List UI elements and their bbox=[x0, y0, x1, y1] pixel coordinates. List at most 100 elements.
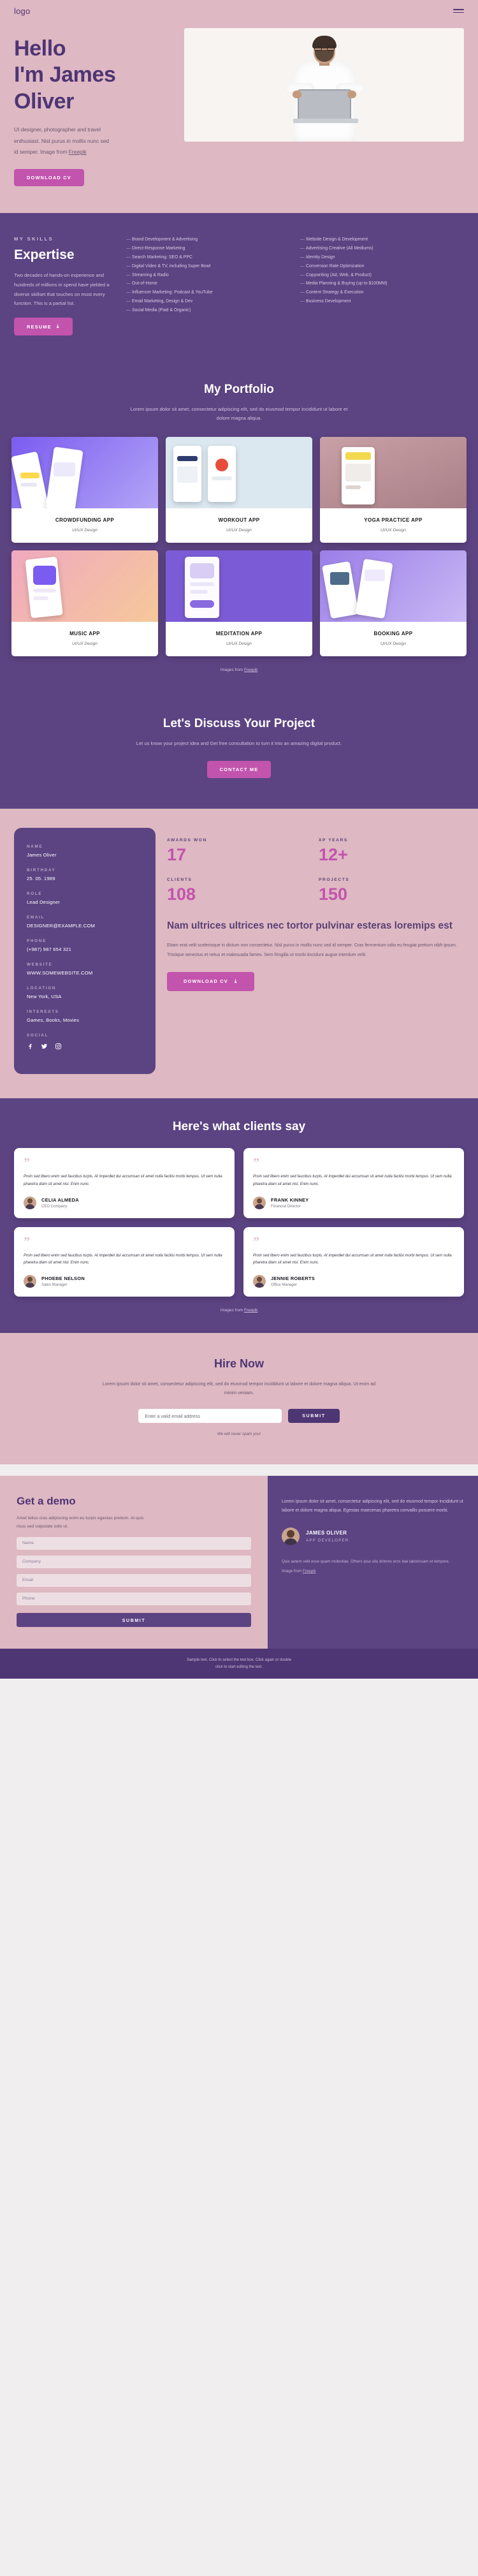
footer-line-2: click to start editing the text. bbox=[215, 1665, 263, 1669]
twitter-icon[interactable] bbox=[41, 1043, 48, 1050]
stat-clients: CLIENTS 108 bbox=[167, 878, 312, 913]
hero-portrait-image bbox=[184, 28, 464, 142]
portfolio-card[interactable]: WORKOUT APP UI/UX Design bbox=[166, 437, 312, 543]
portfolio-card-subtitle: UI/UX Design bbox=[380, 528, 406, 533]
portfolio-card-subtitle: UI/UX Design bbox=[72, 528, 98, 533]
discuss-title: Let's Discuss Your Project bbox=[163, 717, 315, 731]
skills-eyebrow: MY SKILLS bbox=[14, 236, 54, 242]
email-field[interactable] bbox=[17, 1573, 251, 1587]
portfolio-thumbnail-meditation bbox=[166, 550, 312, 622]
portfolio-card[interactable]: CROWDFUNDING APP UI/UX Design bbox=[11, 437, 158, 543]
demo-right-paragraph: Lorem ipsum dolor sit amet, consectetur … bbox=[282, 1499, 463, 1513]
info-label: BIRTHDAY bbox=[27, 868, 56, 873]
demo-submit-button[interactable]: SUBMIT bbox=[17, 1612, 251, 1627]
testimonial-card: ” Proin sed libero enim sed faucibus tur… bbox=[14, 1148, 235, 1218]
demo-person: JAMES OLIVER APP DEVELOPER bbox=[282, 1527, 464, 1546]
demo-credit-link[interactable]: Freepik bbox=[303, 1569, 316, 1573]
testimonial-role: CEO Company bbox=[41, 1204, 68, 1209]
skill-item: Conversion Rate Optimization bbox=[300, 263, 464, 270]
site-logo[interactable]: logo bbox=[14, 6, 30, 16]
portfolio-card-body: BOOKING APP UI/UX Design bbox=[320, 622, 467, 656]
testimonial-role: Office Manager bbox=[271, 1283, 297, 1288]
testimonials-grid: ” Proin sed libero enim sed faucibus tur… bbox=[14, 1148, 464, 1297]
portfolio-thumbnail-booking bbox=[320, 550, 467, 622]
portfolio-credit-link[interactable]: Freepik bbox=[244, 668, 257, 672]
photo-left-hand bbox=[292, 91, 301, 98]
stats-grid: AWARDS WON 17 XP YEARS 12+ CLIENTS 108 P… bbox=[167, 838, 464, 913]
info-row-birthday: BIRTHDAY 25. 05. 1989 bbox=[27, 868, 143, 881]
name-field[interactable] bbox=[17, 1536, 251, 1550]
skill-item: Email Marketing, Design & Dev bbox=[126, 298, 290, 305]
top-navigation-bar: logo bbox=[0, 0, 478, 22]
skill-item: Media Planning & Buying (up to $100MM) bbox=[300, 280, 464, 288]
skills-intro: MY SKILLS Expertise Two decades of hands… bbox=[14, 236, 116, 336]
portfolio-grid: CROWDFUNDING APP UI/UX Design WORKOUT AP… bbox=[11, 437, 467, 657]
skill-item: Streaming & Radio bbox=[126, 272, 290, 279]
stat-value: 12+ bbox=[319, 845, 348, 865]
social-links bbox=[27, 1043, 143, 1050]
instagram-icon[interactable] bbox=[55, 1043, 62, 1050]
info-value: New York, USA bbox=[27, 994, 62, 1000]
demo-person-role: APP DEVELOPER bbox=[306, 1538, 349, 1543]
info-label: NAME bbox=[27, 844, 43, 850]
portfolio-card[interactable]: MUSIC APP UI/UX Design bbox=[11, 550, 158, 657]
skill-item: Business Development bbox=[300, 298, 464, 305]
info-label: LOCATION bbox=[27, 986, 57, 991]
testimonial-quote: Proin sed libero enim sed faucibus turpi… bbox=[24, 1175, 222, 1187]
landing-page: logo Hello I'm James Oliver UI designer,… bbox=[0, 0, 478, 1679]
facebook-icon[interactable] bbox=[27, 1043, 34, 1050]
company-field[interactable] bbox=[17, 1555, 251, 1568]
skills-column-2: Website Design & Development Advertising… bbox=[300, 236, 464, 335]
portfolio-card-title: BOOKING APP bbox=[373, 631, 413, 637]
skills-section: MY SKILLS Expertise Two decades of hands… bbox=[0, 213, 478, 362]
about-download-cv-button[interactable]: DOWNLOAD CV ⤓ bbox=[167, 971, 254, 991]
hire-paragraph: Lorem ipsum dolor sit amet, consectetur … bbox=[102, 1381, 376, 1396]
info-value[interactable]: (+987) 987 654 321 bbox=[27, 946, 143, 952]
portfolio-card[interactable]: MEDITATION APP UI/UX Design bbox=[166, 550, 312, 657]
hamburger-menu-icon[interactable] bbox=[453, 8, 464, 13]
skills-title: Expertise bbox=[14, 247, 75, 263]
info-row-website: WEBSITE WWW.SOMEWEBSITE.COM bbox=[27, 962, 143, 976]
photo-laptop bbox=[293, 89, 358, 123]
portfolio-credit: Images from Freepik bbox=[11, 668, 467, 672]
info-value[interactable]: DESIGNER@EXAMPLE.COM bbox=[27, 923, 143, 929]
portfolio-card[interactable]: BOOKING APP UI/UX Design bbox=[320, 550, 467, 657]
phone-field[interactable] bbox=[17, 1592, 251, 1605]
about-content: AWARDS WON 17 XP YEARS 12+ CLIENTS 108 P… bbox=[167, 828, 464, 1074]
skills-paragraph: Two decades of hands-on experience and h… bbox=[14, 272, 110, 307]
photo-glasses bbox=[314, 46, 335, 51]
portfolio-card[interactable]: YOGA PRACTICE APP UI/UX Design bbox=[320, 437, 467, 543]
info-label: PHONE bbox=[27, 939, 47, 944]
info-value[interactable]: WWW.SOMEWEBSITE.COM bbox=[27, 970, 143, 976]
demo-paragraph: Amet tellus cras adipiscing enim eu turp… bbox=[17, 1516, 144, 1529]
demo-info-panel: Lorem ipsum dolor sit amet, consectetur … bbox=[268, 1476, 478, 1649]
discuss-project-section: Let's Discuss Your Project Let us know y… bbox=[0, 691, 478, 809]
personal-info-card: NAME James Oliver BIRTHDAY 25. 05. 1989 … bbox=[14, 828, 156, 1075]
portfolio-title: My Portfolio bbox=[204, 383, 274, 397]
download-cv-button[interactable]: DOWNLOAD CV bbox=[14, 169, 84, 187]
stat-value: 108 bbox=[167, 885, 196, 904]
portfolio-card-subtitle: UI/UX Design bbox=[226, 528, 252, 533]
stat-label: AWARDS WON bbox=[167, 838, 207, 843]
info-value: James Oliver bbox=[27, 852, 57, 858]
resume-button[interactable]: RESUME ⤓ bbox=[14, 318, 73, 336]
contact-me-button[interactable]: CONTACT ME bbox=[206, 761, 272, 779]
testimonial-role: Financial Director bbox=[271, 1204, 301, 1209]
freepik-credit-link[interactable]: Freepik bbox=[69, 149, 87, 155]
portfolio-card-title: MEDITATION APP bbox=[215, 631, 263, 637]
testimonials-credit-link[interactable]: Freepik bbox=[244, 1308, 257, 1313]
hero-description: UI designer, photographer and travel ent… bbox=[14, 124, 110, 158]
stat-xp-years: XP YEARS 12+ bbox=[319, 838, 464, 874]
hire-title: Hire Now bbox=[214, 1357, 264, 1371]
testimonial-card: ” Proin sed libero enim sed faucibus tur… bbox=[243, 1148, 464, 1218]
stat-value: 17 bbox=[167, 845, 187, 865]
testimonial-name: FRANK KINNEY bbox=[271, 1196, 309, 1203]
portfolio-thumbnail-crowdfunding bbox=[11, 437, 158, 509]
portfolio-thumbnail-yoga bbox=[320, 437, 467, 509]
stat-label: CLIENTS bbox=[167, 878, 192, 883]
email-input[interactable] bbox=[138, 1409, 282, 1424]
testimonial-name: JENNIE ROBERTS bbox=[271, 1276, 315, 1282]
avatar bbox=[253, 1275, 266, 1288]
avatar bbox=[253, 1196, 266, 1209]
hire-submit-button[interactable]: SUBMIT bbox=[288, 1409, 340, 1424]
